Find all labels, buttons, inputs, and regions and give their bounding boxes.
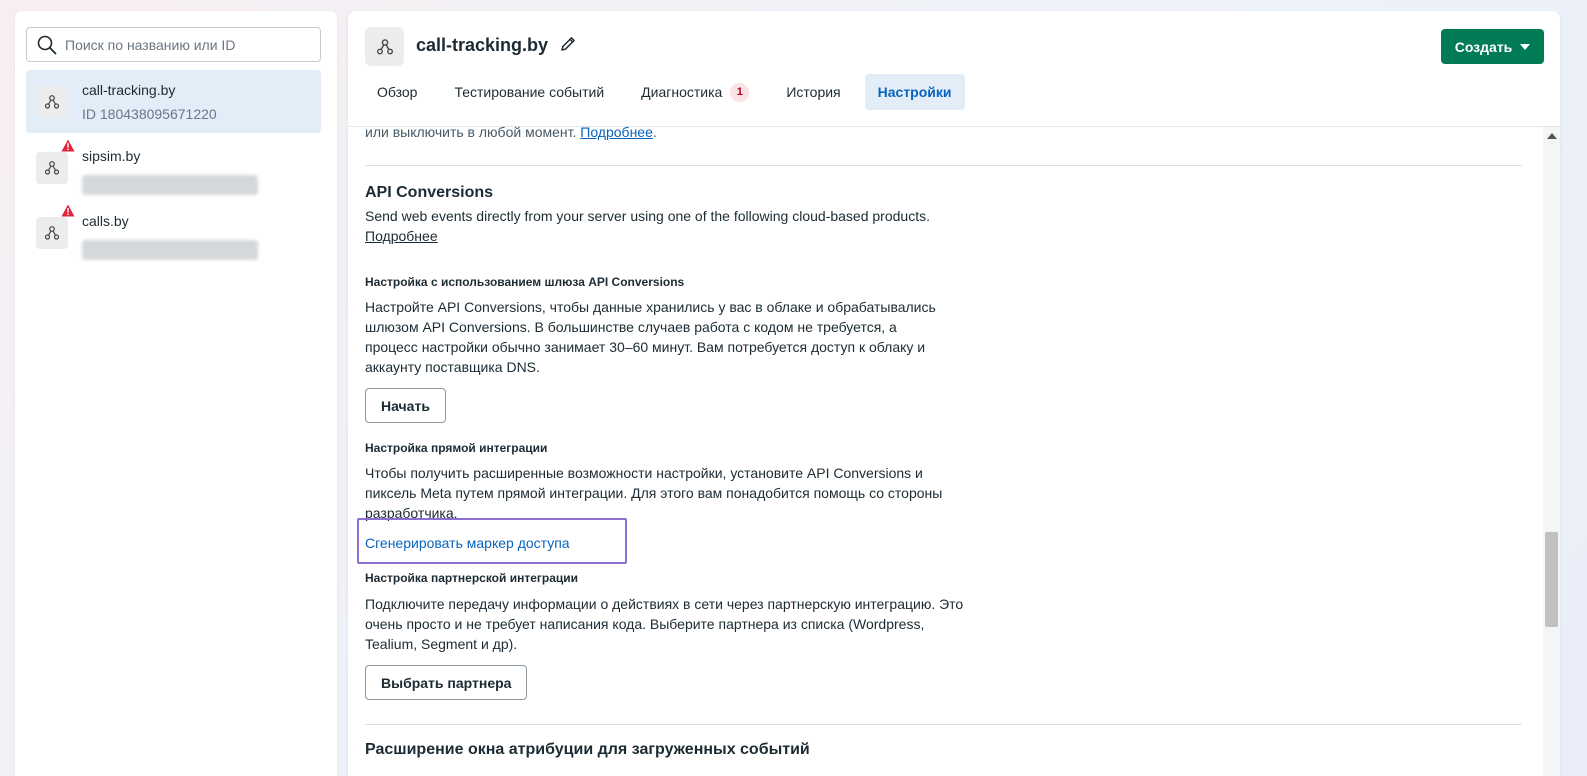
page-title: call-tracking.by	[416, 35, 549, 55]
search-icon	[37, 35, 57, 54]
divider	[365, 165, 1522, 166]
generate-token-link[interactable]: Сгенерировать маркер доступа	[365, 535, 570, 551]
tab-label: Тестирование событий	[454, 84, 605, 100]
gateway-setup-description: Настройте API Conversions, чтобы данные …	[365, 299, 936, 375]
tab-label: Настройки	[877, 84, 952, 100]
warning-icon	[61, 139, 75, 152]
pixel-item-sipsim[interactable]: sipsim.by	[26, 136, 321, 199]
main-panel: call-tracking.by Создать Обзор Тестирова…	[348, 11, 1560, 776]
divider	[365, 724, 1522, 725]
search-input[interactable]	[65, 36, 305, 53]
pixel-name: call-tracking.by	[82, 82, 176, 98]
choose-partner-button[interactable]: Выбрать партнера	[365, 665, 528, 700]
pixel-icon	[365, 27, 404, 66]
scrollbar[interactable]	[1543, 127, 1560, 776]
tab-settings[interactable]: Настройки	[864, 74, 965, 110]
warning-icon	[61, 204, 75, 217]
pixel-icon	[36, 86, 68, 118]
api-conversions-description: Send web events directly from your serve…	[365, 208, 930, 224]
tab-label: История	[786, 84, 841, 100]
pixel-item-call-tracking[interactable]: call-tracking.by ID 180438095671220	[26, 70, 321, 133]
partner-integration-title: Настройка партнерской интеграции	[365, 571, 579, 585]
redacted-id	[82, 175, 258, 195]
pencil-icon[interactable]	[559, 35, 577, 53]
tab-overview[interactable]: Обзор	[364, 74, 430, 110]
direct-integration-description: Чтобы получить расширенные возможности н…	[365, 465, 943, 521]
start-button[interactable]: Начать	[365, 388, 446, 423]
tab-label: Обзор	[377, 84, 418, 100]
previous-section-text: или выключить в любой момент. Подробнее.	[365, 124, 657, 140]
text: или выключить в любой момент.	[365, 124, 577, 140]
tab-label: Диагностика	[641, 84, 723, 100]
create-button-label: Создать	[1454, 38, 1513, 55]
scrollbar-thumb[interactable]	[1545, 532, 1558, 627]
pixel-list-panel: call-tracking.by ID 180438095671220 sips…	[15, 11, 337, 776]
tab-history[interactable]: История	[773, 74, 853, 110]
tab-bar: Обзор Тестирование событий Диагностика 1 …	[364, 74, 976, 110]
pixel-icon	[36, 217, 68, 249]
search-field[interactable]	[26, 27, 321, 62]
tab-test-events[interactable]: Тестирование событий	[441, 74, 617, 110]
pixel-item-calls[interactable]: calls.by	[26, 201, 321, 264]
pixel-name: calls.by	[82, 213, 129, 229]
scroll-up-arrow-icon[interactable]	[1547, 133, 1557, 139]
count-badge: 1	[730, 82, 750, 102]
pixel-name: sipsim.by	[82, 148, 141, 164]
partner-integration-description: Подключите передачу информации о действи…	[365, 596, 964, 652]
api-conversions-title: API Conversions	[365, 184, 494, 201]
pixel-id: ID 180438095671220	[82, 106, 217, 122]
pixel-icon	[36, 152, 68, 184]
period: .	[652, 124, 657, 140]
direct-integration-title: Настройка прямой интеграции	[365, 441, 548, 455]
api-learn-more-link[interactable]: Подробнее	[365, 226, 438, 246]
redacted-id	[82, 240, 258, 260]
create-button[interactable]: Создать	[1441, 29, 1544, 64]
gateway-setup-title: Настройка с использованием шлюза API Con…	[365, 275, 685, 289]
tab-diagnostics[interactable]: Диагностика 1	[628, 74, 762, 110]
learn-more-link[interactable]: Подробнее	[580, 124, 653, 140]
chevron-down-icon	[1520, 43, 1531, 50]
attribution-window-title: Расширение окна атрибуции для загруженны…	[365, 741, 810, 758]
